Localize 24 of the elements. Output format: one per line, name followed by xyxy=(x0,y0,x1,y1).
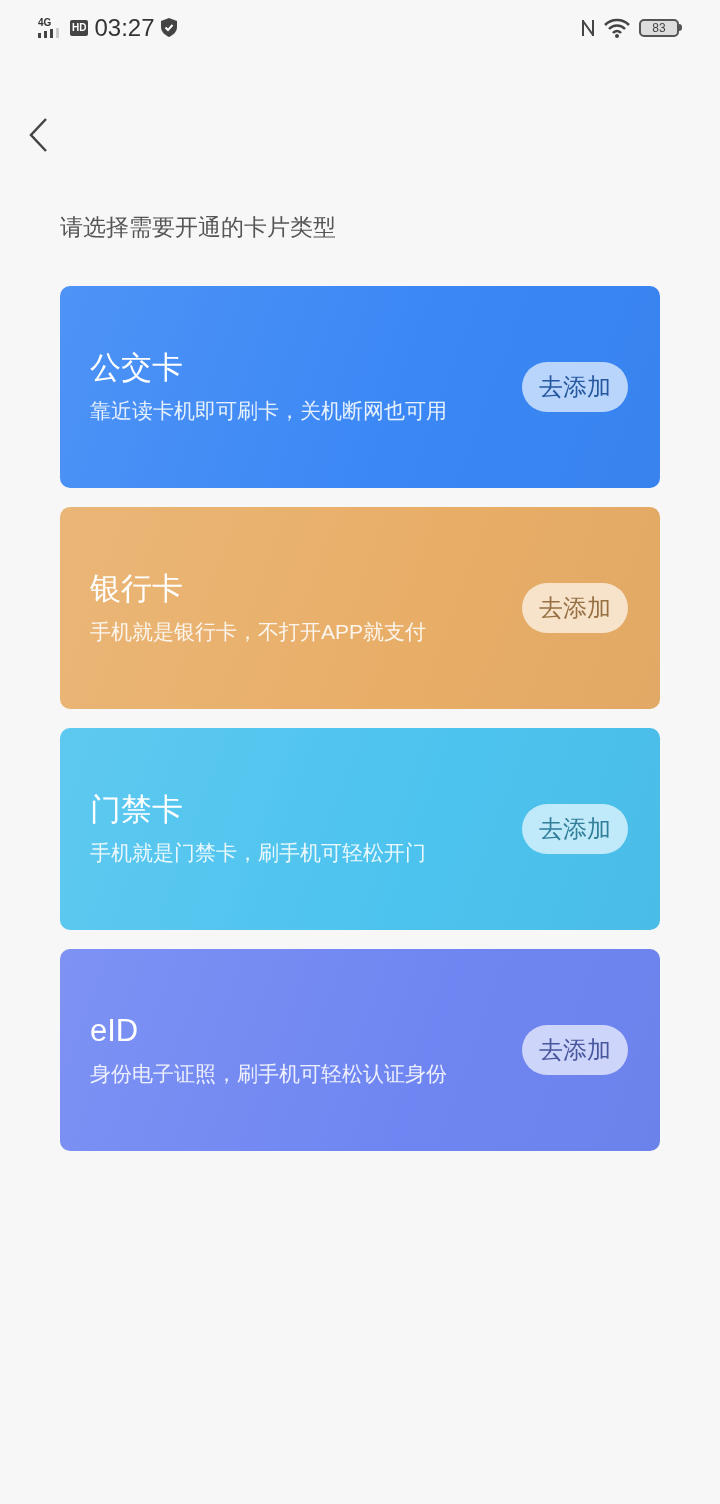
card-title: eID xyxy=(90,1012,140,1050)
add-button[interactable]: 去添加 xyxy=(522,583,628,633)
card-description: 靠近读卡机即可刷卡，关机断网也可用 xyxy=(90,398,447,424)
network-label: 4G xyxy=(38,17,52,28)
battery-icon: 83 xyxy=(639,18,682,37)
card-description: 手机就是门禁卡，刷手机可轻松开门 xyxy=(90,840,426,866)
card[interactable]: 银行卡 手机就是银行卡，不打开APP就支付 去添加 xyxy=(60,507,660,709)
prompt-text: 请选择需要开通的卡片类型 xyxy=(59,213,337,242)
card[interactable]: 公交卡 靠近读卡机即可刷卡，关机断网也可用 去添加 xyxy=(60,286,660,488)
clock: 03:27 xyxy=(94,12,155,43)
card[interactable]: eID 身份电子证照，刷手机可轻松认证身份 去添加 xyxy=(60,949,660,1151)
card-description: 身份电子证照，刷手机可轻松认证身份 xyxy=(90,1061,447,1087)
hd-badge: HD xyxy=(70,19,89,36)
wifi-icon xyxy=(603,17,631,38)
nfc-icon xyxy=(581,17,595,38)
card-title: 公交卡 xyxy=(90,349,184,387)
add-button[interactable]: 去添加 xyxy=(522,804,628,854)
card[interactable]: 门禁卡 手机就是门禁卡，刷手机可轻松开门 去添加 xyxy=(60,728,660,930)
shield-icon xyxy=(160,18,177,37)
add-button[interactable]: 去添加 xyxy=(522,362,628,412)
card-title: 银行卡 xyxy=(90,570,184,608)
card-title: 门禁卡 xyxy=(90,791,184,829)
add-button[interactable]: 去添加 xyxy=(522,1025,628,1075)
card-description: 手机就是银行卡，不打开APP就支付 xyxy=(90,619,427,645)
